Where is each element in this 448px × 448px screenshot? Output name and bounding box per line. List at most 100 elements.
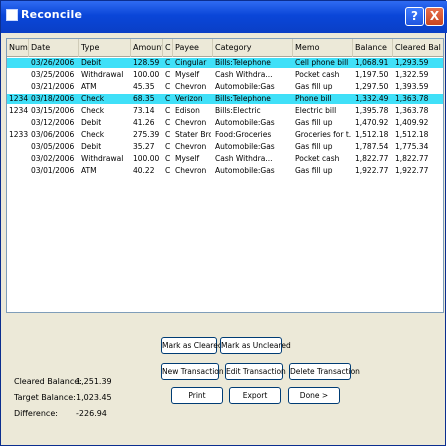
cell-payee: Chevron xyxy=(175,118,207,127)
edit-transaction-button[interactable]: Edit Transaction xyxy=(225,363,286,380)
cell-category: Automobile:Gas xyxy=(215,166,275,175)
column-header-amount[interactable]: Amount xyxy=(131,39,163,57)
cell-type: Withdrawal xyxy=(81,70,124,79)
cell-memo: Gas fill up xyxy=(295,82,333,91)
cell-date: 03/15/2006 xyxy=(31,106,75,115)
done-button[interactable]: Done > xyxy=(288,387,340,404)
cell-payee: Edison xyxy=(175,106,200,115)
cell-category: Automobile:Gas xyxy=(215,82,275,91)
cell-balance: 1,068.91 xyxy=(355,58,389,67)
cell-category: Automobile:Gas xyxy=(215,118,275,127)
column-header-cleared[interactable]: Cleared Bal xyxy=(393,39,443,57)
column-header-c[interactable]: C xyxy=(163,39,173,57)
column-header-date[interactable]: Date xyxy=(29,39,79,57)
export-button[interactable]: Export xyxy=(229,387,281,404)
table-row[interactable]: 1234 03/15/2006 Check 73.14 C Edison Bills:Ele… xyxy=(7,106,443,116)
table-row[interactable]: 123303/06/2006 Check 275.39 C Stater Bros Foo… xyxy=(7,130,443,140)
app-icon xyxy=(6,9,18,21)
cell-cleared: 1,512.18 xyxy=(395,130,429,139)
close-icon[interactable]: X xyxy=(425,7,444,26)
column-header-num[interactable]: Num xyxy=(7,39,29,57)
cell-category: Bills:Telephone xyxy=(215,94,271,103)
bottom-panel: Cleared Balance: 1,251.39 Target Balance… xyxy=(6,313,444,442)
cell-memo: Cell phone bill xyxy=(295,58,349,67)
cell-balance: 1,822.77 xyxy=(355,154,389,163)
reconcile-window: Reconcile ? X Num Date Type Amount C Pay… xyxy=(0,0,447,446)
cell-type: Check xyxy=(81,130,105,139)
delete-transaction-button[interactable]: Delete Transaction xyxy=(289,363,360,380)
title-bar[interactable]: Reconcile ? X xyxy=(1,1,447,33)
cell-balance: 1,197.50 xyxy=(355,70,389,79)
cell-num xyxy=(9,166,29,176)
help-icon[interactable]: ? xyxy=(405,7,424,26)
cell-cleared: 1,322.59 xyxy=(395,70,429,79)
table-row[interactable]: 03/05/2006 Debit 35.27 C Chevron Automobile:G… xyxy=(7,142,443,152)
table-row[interactable]: 03/12/2006 Debit 41.26 C Chevron Automobile:G… xyxy=(7,118,443,128)
cell-category: Bills:Electric xyxy=(215,106,261,115)
mark-uncleared-button[interactable]: Mark as Uncleared xyxy=(220,337,291,354)
cell-num: 1234 xyxy=(9,94,29,103)
cell-balance: 1,787.54 xyxy=(355,142,389,151)
cell-payee: Chevron xyxy=(175,82,207,91)
cleared-balance-value: 1,251.39 xyxy=(76,377,112,386)
table-row[interactable]: 03/21/2006 ATM 45.35 C Chevron Automobile:Gas… xyxy=(7,82,443,92)
cell-payee: Verizon xyxy=(175,94,203,103)
cell-cleared: 1,393.59 xyxy=(395,82,429,91)
cell-payee: Myself xyxy=(175,70,200,79)
new-transaction-button[interactable]: New Transaction xyxy=(161,363,224,380)
cell-amount: 45.35 xyxy=(133,82,155,91)
column-header-payee[interactable]: Payee xyxy=(173,39,213,57)
cell-c: C xyxy=(165,130,171,139)
column-header-balance[interactable]: Balance xyxy=(353,39,393,57)
table-row[interactable]: 03/26/2006 Debit 128.59 C Cingular Bills:Tele… xyxy=(7,58,443,68)
cell-c: C xyxy=(165,70,171,79)
mark-cleared-button[interactable]: Mark as Cleared xyxy=(161,337,223,354)
cell-memo: Gas fill up xyxy=(295,166,333,175)
cell-payee: Chevron xyxy=(175,142,207,151)
cell-type: ATM xyxy=(81,166,97,175)
table-row[interactable]: 03/01/2006 ATM 40.22 C Chevron Automobile:Gas… xyxy=(7,166,443,176)
cell-payee: Chevron xyxy=(175,166,207,175)
cell-type: Check xyxy=(81,94,105,103)
cell-cleared: 1,775.34 xyxy=(395,142,429,151)
cell-amount: 73.14 xyxy=(133,106,155,115)
cleared-balance-label: Cleared Balance: xyxy=(14,377,82,386)
table-row[interactable]: 03/25/2006 Withdrawal 100.00 C Myself Cash Wi… xyxy=(7,70,443,80)
cell-memo: Gas fill up xyxy=(295,118,333,127)
cell-balance: 1,395.78 xyxy=(355,106,389,115)
cell-c: C xyxy=(165,166,171,175)
cell-balance: 1,332.49 xyxy=(355,94,389,103)
table-row[interactable]: 03/02/2006 Withdrawal 100.00 C Myself Cash Wi… xyxy=(7,154,443,164)
cell-memo: Gas fill up xyxy=(295,142,333,151)
cell-balance: 1,470.92 xyxy=(355,118,389,127)
cell-amount: 275.39 xyxy=(133,130,160,139)
cell-num xyxy=(9,142,29,152)
cell-date: 03/25/2006 xyxy=(31,70,75,79)
cell-num: 1234 xyxy=(9,106,29,115)
cell-cleared: 1,363.78 xyxy=(395,106,429,115)
transaction-grid[interactable]: Num Date Type Amount C Payee Category Me… xyxy=(6,38,444,313)
print-button[interactable]: Print xyxy=(171,387,223,404)
cell-num xyxy=(9,58,29,68)
cell-c: C xyxy=(165,154,171,163)
cell-payee: Stater Bros xyxy=(175,130,211,139)
column-header-memo[interactable]: Memo xyxy=(293,39,353,57)
cell-type: Withdrawal xyxy=(81,154,124,163)
cell-num xyxy=(9,70,29,80)
cell-cleared: 1,293.59 xyxy=(395,58,429,67)
cell-type: Check xyxy=(81,106,105,115)
cell-amount: 41.26 xyxy=(133,118,155,127)
cell-memo: Groceries for t... xyxy=(295,130,351,139)
cell-category: Cash Withdra... xyxy=(215,154,273,163)
column-header-category[interactable]: Category xyxy=(213,39,293,57)
column-header-type[interactable]: Type xyxy=(79,39,131,57)
cell-date: 03/21/2006 xyxy=(31,82,75,91)
cell-type: Debit xyxy=(81,142,102,151)
cell-c: C xyxy=(165,106,171,115)
cell-c: C xyxy=(165,118,171,127)
cell-amount: 35.27 xyxy=(133,142,155,151)
cell-category: Bills:Telephone xyxy=(215,58,271,67)
table-row[interactable]: 1234 03/18/2006 Check 68.35 C Verizon Bills:Te… xyxy=(7,94,443,104)
cell-memo: Pocket cash xyxy=(295,70,340,79)
cell-num xyxy=(9,82,29,92)
